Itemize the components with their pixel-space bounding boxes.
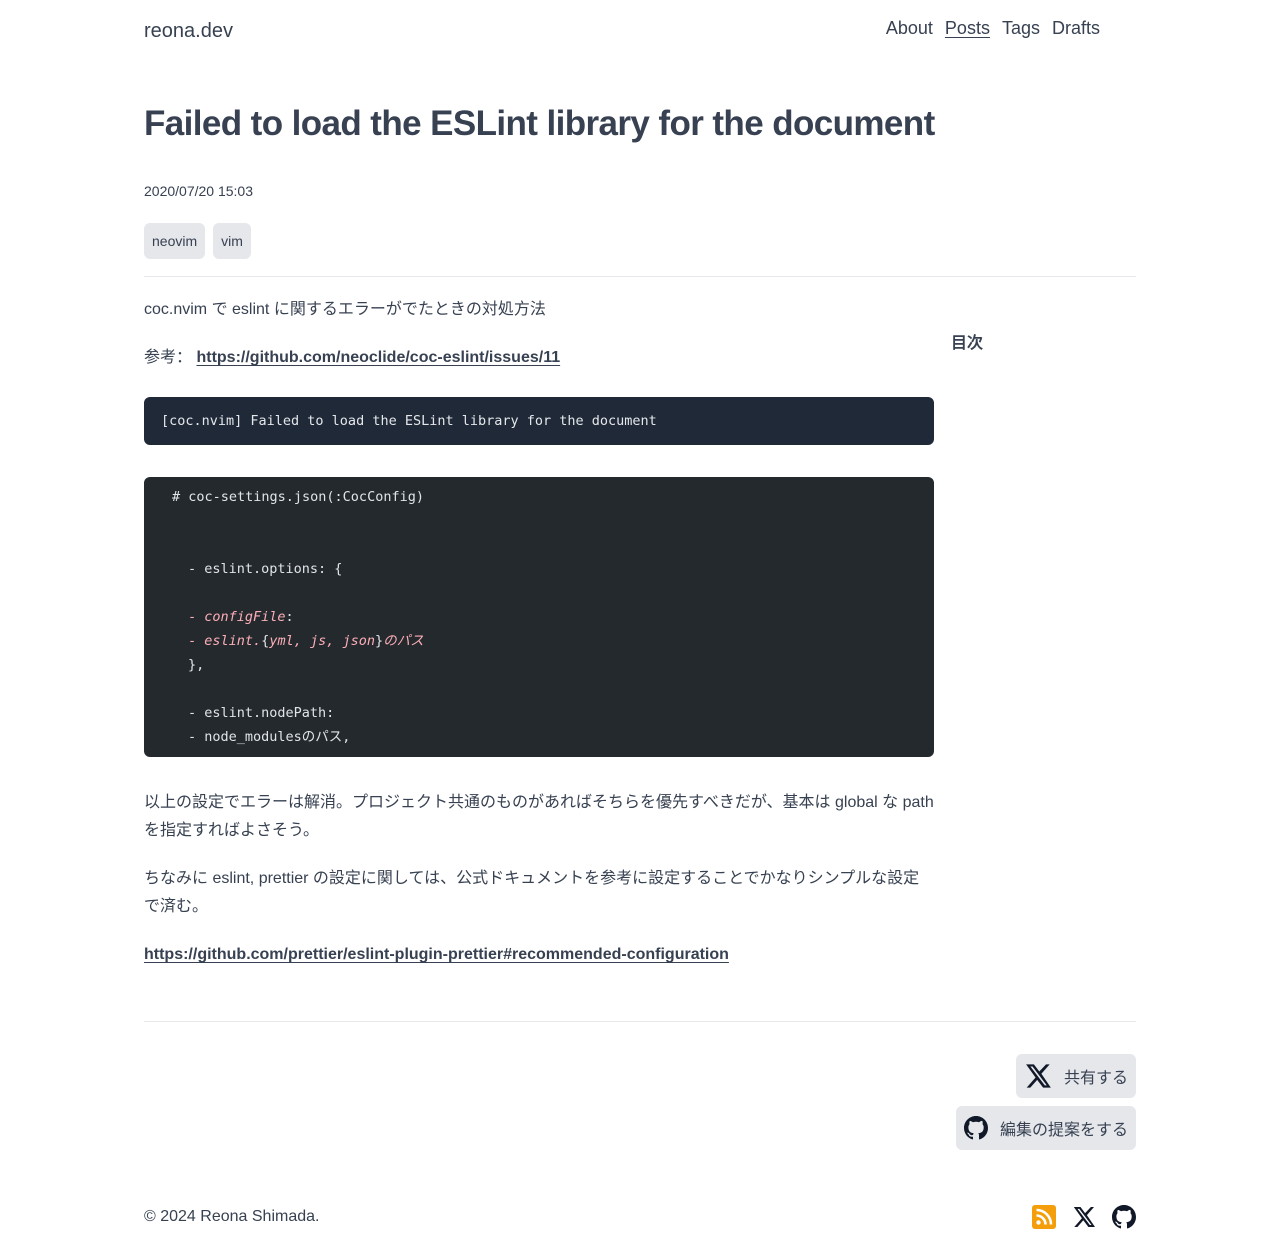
code-line-options: - eslint.options: {	[188, 561, 343, 577]
x-profile-link[interactable]	[1072, 1205, 1096, 1229]
tag-neovim[interactable]: neovim	[144, 223, 206, 259]
x-icon	[1073, 1207, 1095, 1227]
reference-label: 参考：	[144, 349, 193, 366]
post-date: 2020/07/20 15:03	[144, 183, 253, 199]
table-of-contents: 目次	[951, 335, 984, 352]
post-reference: 参考： https://github.com/neoclide/coc-esli…	[144, 344, 560, 372]
site-brand-link[interactable]: reona.dev	[144, 20, 233, 43]
copyright: © 2024 Reona Shimada.	[144, 1208, 320, 1225]
code-line-nodemodules: - node_modulesのパス,	[188, 729, 351, 745]
post-link-paragraph: https://github.com/prettier/eslint-plugi…	[144, 941, 729, 969]
reference-link[interactable]: https://github.com/neoclide/coc-eslint/i…	[196, 349, 560, 366]
suggest-edit-label: 編集の提案をする	[999, 1122, 1128, 1139]
header-divider	[144, 276, 1136, 277]
post-tags: neovim vim	[144, 223, 251, 259]
code-configfile-key: configFile	[204, 609, 286, 625]
nav-tags[interactable]: Tags	[1002, 18, 1040, 39]
code-comment: # coc-settings.json(:CocConfig)	[172, 489, 424, 505]
post-paragraph-prettier: ちなみに eslint, prettier の設定に関しては、公式ドキュメントを…	[144, 870, 920, 915]
post-paragraph-resolution: 以上の設定でエラーは解消。プロジェクト共通のものがあればそちらを優先すべきだが、…	[144, 794, 934, 839]
code-line-eslint-path: - eslint.{yml, js, json}のパス	[188, 633, 424, 649]
share-on-x-button[interactable]: 共有する	[1015, 1054, 1136, 1098]
prettier-config-link[interactable]: https://github.com/prettier/eslint-plugi…	[144, 946, 729, 963]
post-intro: coc.nvim で eslint に関するエラーがでたときの対処方法	[144, 301, 546, 318]
github-icon	[1112, 1205, 1136, 1229]
site-header: reona.dev About Posts Tags Drafts	[144, 0, 1136, 64]
github-profile-link[interactable]	[1112, 1205, 1136, 1229]
error-code-block: [coc.nvim] Failed to load the ESLint lib…	[144, 397, 934, 445]
share-button-label: 共有する	[1063, 1070, 1128, 1087]
rss-link[interactable]	[1032, 1205, 1056, 1229]
post-title: Failed to load the ESLint library for th…	[144, 104, 935, 143]
config-code-block: # coc-settings.json(:CocConfig) - eslint…	[144, 477, 934, 757]
nav-posts[interactable]: Posts	[945, 18, 990, 39]
footer-divider	[144, 1021, 1136, 1022]
code-line-configfile: - configFile:	[188, 609, 294, 625]
suggest-edit-button[interactable]: 編集の提案をする	[955, 1106, 1136, 1150]
code-line-nodepath: - eslint.nodePath:	[188, 705, 335, 721]
rss-icon	[1032, 1205, 1056, 1229]
github-icon	[963, 1116, 988, 1140]
x-icon	[1026, 1064, 1051, 1088]
nav-drafts[interactable]: Drafts	[1052, 18, 1100, 39]
main-nav: About Posts Tags Drafts	[886, 18, 1100, 39]
code-line-close: },	[188, 657, 205, 673]
nav-about[interactable]: About	[886, 18, 933, 39]
tag-vim[interactable]: vim	[213, 223, 251, 259]
social-links	[1032, 1205, 1136, 1229]
